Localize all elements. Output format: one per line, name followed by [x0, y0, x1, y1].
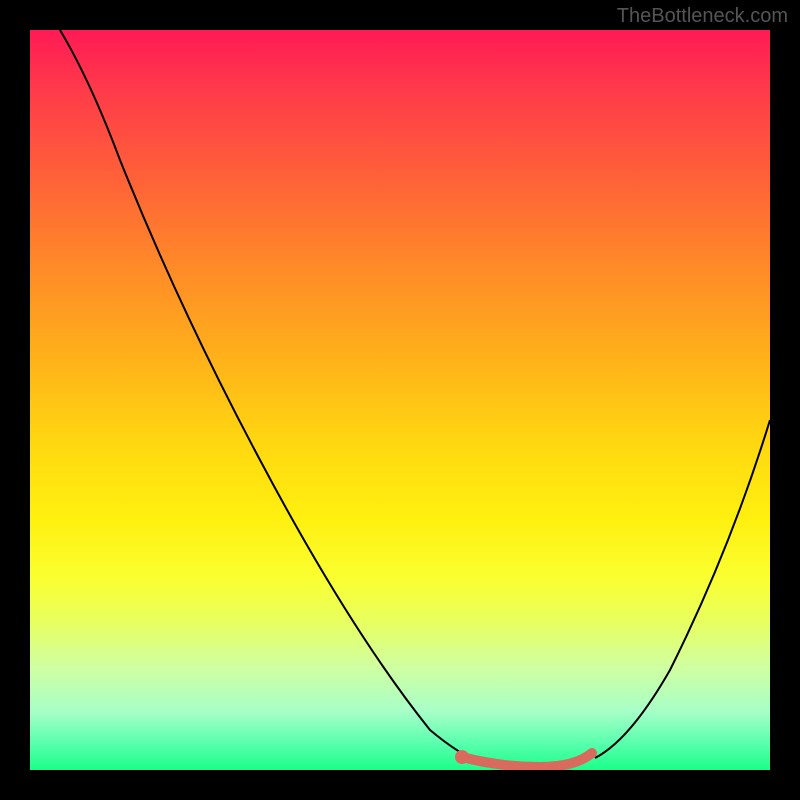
bottleneck-highlight-start-dot: [455, 750, 469, 764]
chart-plot-area: [30, 30, 770, 770]
bottleneck-curve-left: [60, 30, 480, 762]
bottleneck-highlight-segment: [462, 753, 592, 767]
chart-svg-layer: [30, 30, 770, 770]
bottleneck-curve-right: [595, 420, 770, 758]
attribution-text: TheBottleneck.com: [617, 5, 788, 28]
